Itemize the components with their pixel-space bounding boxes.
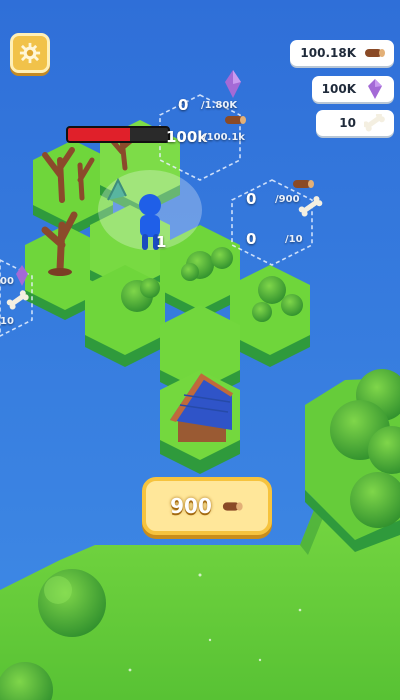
player-character: [98, 170, 202, 250]
left-gem-value: 00: [0, 276, 14, 287]
top-wood-progress: 100k: [166, 128, 208, 146]
game-scene: 100.18K 100K 10 0 /1.80K 100k /100.1k 0 …: [0, 0, 400, 700]
gem-counter: 100K: [311, 76, 394, 102]
gem-icon: [364, 79, 386, 99]
wood-counter: 100.18K: [290, 40, 394, 66]
bone-icon: [364, 114, 386, 132]
player-level: 1: [156, 233, 167, 251]
right-bone-required: /10: [285, 234, 303, 245]
settings-button[interactable]: [10, 33, 50, 73]
left-bone-value: 10: [0, 316, 14, 327]
health-bar: [66, 126, 170, 143]
bone-counter: 10: [316, 110, 394, 136]
bone-count: 10: [339, 116, 356, 130]
health-bar-fill: [68, 128, 130, 141]
right-wood-current: 0: [246, 190, 257, 208]
top-wood-current: 0: [178, 96, 189, 114]
right-wood-required: /900: [275, 194, 300, 205]
wood-log-icon: [222, 497, 244, 515]
gem-count: 100K: [321, 82, 356, 96]
right-bone-current: 0: [246, 230, 257, 248]
world-view: [0, 0, 400, 700]
build-cost: 900: [170, 494, 212, 518]
wood-count: 100.18K: [300, 46, 356, 60]
build-cost-button[interactable]: 900: [142, 477, 272, 535]
top-wood-required: /1.80K: [201, 100, 238, 111]
gear-icon: [19, 42, 41, 64]
top-wood-progress-required: /100.1k: [203, 132, 245, 143]
wood-log-icon: [364, 44, 386, 62]
